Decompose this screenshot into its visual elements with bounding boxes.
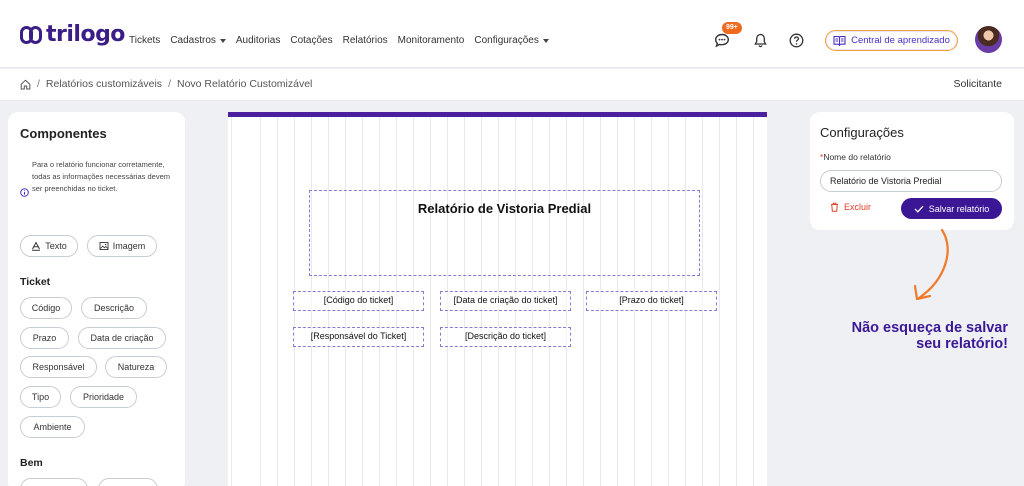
image-icon xyxy=(99,242,109,250)
report-title-block[interactable]: Relatório de Vistoria Predial xyxy=(309,190,700,276)
components-note: Para o relatório funcionar corretamente,… xyxy=(20,159,180,197)
breadcrumb-separator: / xyxy=(168,78,171,90)
nav-item-cotacoes[interactable]: Cotações xyxy=(290,35,332,46)
nav-item-monitoramento[interactable]: Monitoramento xyxy=(398,35,465,46)
user-role-label: Solicitante xyxy=(953,78,1002,90)
components-note-text: Para o relatório funcionar corretamente,… xyxy=(32,160,170,193)
breadcrumb-separator: / xyxy=(37,78,40,90)
learning-center-button[interactable]: Central de aprendizado xyxy=(825,30,958,51)
breadcrumb-bar: / Relatórios customizáveis / Novo Relató… xyxy=(0,69,1024,101)
save-reminder-text: Não esqueça de salvar seu relatório! xyxy=(808,320,1008,352)
nav-label: Configurações xyxy=(474,35,539,46)
chip-label: Imagem xyxy=(112,241,146,251)
field-ticket-created-date[interactable]: [Data de criação do ticket] xyxy=(440,291,571,311)
breadcrumb: / Relatórios customizáveis / Novo Relató… xyxy=(20,78,312,90)
trash-icon xyxy=(831,202,838,212)
settings-panel: Configurações *Nome do relatório Relatór… xyxy=(810,112,1014,230)
delete-label: Excluir xyxy=(844,202,872,212)
check-icon xyxy=(914,205,924,213)
component-chip[interactable] xyxy=(98,478,158,486)
nav-item-cadastros[interactable]: Cadastros xyxy=(170,35,226,46)
component-image-chip[interactable]: Imagem xyxy=(87,235,157,257)
save-reminder-line: Não esqueça de salvar xyxy=(851,320,1008,336)
nav-label: Monitoramento xyxy=(397,35,465,46)
component-chip[interactable]: Prioridade xyxy=(70,386,137,408)
component-chip[interactable]: Descrição xyxy=(81,297,147,319)
report-name-input[interactable]: Relatório de Vistoria Predial xyxy=(820,170,1002,192)
book-icon xyxy=(833,35,846,46)
field-ticket-deadline[interactable]: [Prazo do ticket] xyxy=(586,291,717,311)
bem-section-title: Bem xyxy=(20,457,43,469)
home-icon[interactable] xyxy=(20,79,31,90)
save-label: Salvar relatório xyxy=(928,203,990,214)
bell-icon[interactable] xyxy=(754,33,767,48)
info-icon xyxy=(20,188,29,197)
settings-title: Configurações xyxy=(820,125,904,140)
chat-icon[interactable] xyxy=(714,33,730,48)
component-chip[interactable]: Ambiente xyxy=(20,416,85,438)
breadcrumb-item-reports[interactable]: Relatórios customizáveis xyxy=(46,78,162,90)
nav-label: Relatórios xyxy=(342,35,388,46)
nav-label: Auditorias xyxy=(235,35,281,46)
component-text-chip[interactable]: Texto xyxy=(20,235,78,257)
save-report-button[interactable]: Salvar relatório xyxy=(901,198,1002,219)
ticket-section-title: Ticket xyxy=(20,276,51,288)
nav-item-relatorios[interactable]: Relatórios xyxy=(343,35,388,46)
nav-item-tickets[interactable]: Tickets xyxy=(129,35,160,46)
save-reminder-line: seu relatório! xyxy=(916,336,1008,352)
components-title: Componentes xyxy=(20,126,107,141)
field-ticket-code[interactable]: [Código do ticket] xyxy=(293,291,424,311)
user-avatar[interactable] xyxy=(975,26,1002,53)
chip-label: Texto xyxy=(45,241,67,251)
report-name-label-text: Nome do relatório xyxy=(823,152,891,162)
component-chip[interactable]: Data de criação xyxy=(78,327,166,349)
nav-item-auditorias[interactable]: Auditorias xyxy=(236,35,280,46)
report-canvas[interactable]: Relatório de Vistoria Predial [Código do… xyxy=(228,112,767,486)
logo-icon xyxy=(20,26,43,44)
delete-button[interactable]: Excluir xyxy=(830,202,871,212)
notification-count-badge: 99+ xyxy=(722,22,742,34)
learning-center-label: Central de aprendizado xyxy=(851,35,950,46)
report-title: Relatório de Vistoria Predial xyxy=(417,201,592,216)
field-ticket-responsible[interactable]: [Responsável do Ticket] xyxy=(293,327,424,347)
component-chip[interactable]: Código xyxy=(20,297,72,319)
component-chip[interactable] xyxy=(20,478,88,486)
main-nav: Tickets Cadastros Auditorias Cotações Re… xyxy=(129,35,559,46)
nav-label: Tickets xyxy=(129,35,161,46)
help-icon[interactable] xyxy=(789,33,804,48)
nav-label: Cadastros xyxy=(170,35,216,46)
logo-text: trilogo xyxy=(46,22,125,47)
chevron-down-icon xyxy=(542,38,549,43)
field-ticket-description[interactable]: [Descrição do ticket] xyxy=(440,327,571,347)
component-chip[interactable]: Tipo xyxy=(20,386,61,408)
component-chip[interactable]: Prazo xyxy=(20,327,69,349)
trilogo-logo[interactable]: trilogo xyxy=(20,22,125,47)
components-panel: Componentes Para o relatório funcionar c… xyxy=(8,112,185,486)
component-chip[interactable]: Responsável xyxy=(20,356,97,378)
text-icon xyxy=(32,241,41,251)
curved-arrow-icon xyxy=(913,228,949,301)
report-name-label: *Nome do relatório xyxy=(820,152,891,162)
nav-label: Cotações xyxy=(290,35,333,46)
top-navbar: trilogo Tickets Cadastros Auditorias Cot… xyxy=(0,0,1024,68)
breadcrumb-item-current: Novo Relatório Customizável xyxy=(176,78,313,90)
nav-item-configuracoes[interactable]: Configurações xyxy=(474,35,549,46)
component-chip[interactable]: Natureza xyxy=(105,356,167,378)
chevron-down-icon xyxy=(219,38,226,43)
